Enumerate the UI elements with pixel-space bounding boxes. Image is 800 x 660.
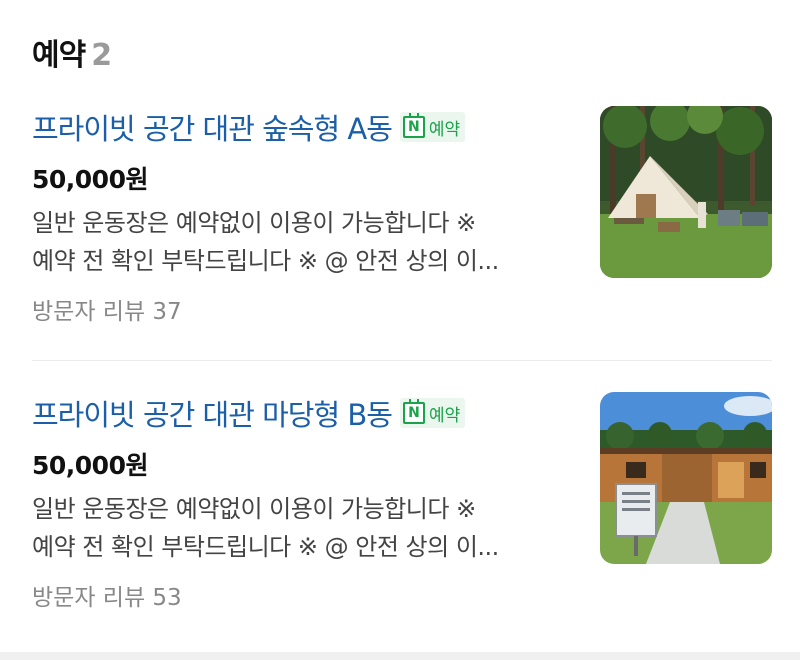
item-name-link[interactable]: 프라이빗 공간 대관 숲속형 A동 — [32, 106, 393, 148]
naver-booking-calendar-icon: N — [402, 399, 425, 424]
list-item[interactable]: 프라이빗 공간 대관 숲속형 A동 N 예약 50,000원 일반 운동장은 예… — [32, 100, 772, 340]
item-thumbnail[interactable] — [600, 392, 772, 564]
item-description-line: 일반 운동장은 예약없이 이용이 가능합니다 ※ — [32, 209, 476, 237]
item-description: 일반 운동장은 예약없이 이용이 가능합니다 ※ 예약 전 확인 부탁드립니다 … — [32, 490, 572, 566]
item-price: 50,000원 — [32, 165, 148, 194]
list-item[interactable]: 프라이빗 공간 대관 마당형 B동 N 예약 50,000원 일반 운동장은 예… — [32, 386, 772, 626]
item-description-line: 일반 운동장은 예약없이 이용이 가능합니다 ※ — [32, 495, 476, 523]
item-name-row: 프라이빗 공간 대관 마당형 B동 N 예약 — [32, 392, 466, 434]
item-thumbnail[interactable] — [600, 106, 772, 278]
tent-glamping-photo — [600, 106, 772, 278]
section-header: 예약 2 — [32, 30, 112, 74]
booking-badge[interactable]: N 예약 — [399, 398, 466, 428]
item-name-row: 프라이빗 공간 대관 숲속형 A동 N 예약 — [32, 106, 466, 148]
section-bottom-band — [0, 652, 800, 660]
item-review-count[interactable]: 방문자 리뷰 53 — [32, 578, 182, 612]
item-divider — [32, 360, 772, 361]
section-title: 예약 — [32, 38, 86, 73]
wooden-cabin-photo — [600, 392, 772, 564]
booking-badge[interactable]: N 예약 — [399, 112, 466, 142]
item-name-link[interactable]: 프라이빗 공간 대관 마당형 B동 — [32, 392, 393, 434]
booking-badge-label: 예약 — [428, 119, 461, 140]
section-count: 2 — [91, 38, 113, 73]
item-review-count[interactable]: 방문자 리뷰 37 — [32, 292, 182, 326]
item-description-line: 예약 전 확인 부탁드립니다 ※ @ 안전 상의 이... — [32, 247, 499, 275]
booking-badge-label: 예약 — [428, 405, 461, 426]
item-description: 일반 운동장은 예약없이 이용이 가능합니다 ※ 예약 전 확인 부탁드립니다 … — [32, 204, 572, 280]
item-description-line: 예약 전 확인 부탁드립니다 ※ @ 안전 상의 이... — [32, 533, 499, 561]
naver-booking-calendar-icon: N — [402, 113, 425, 138]
item-price: 50,000원 — [32, 451, 148, 480]
